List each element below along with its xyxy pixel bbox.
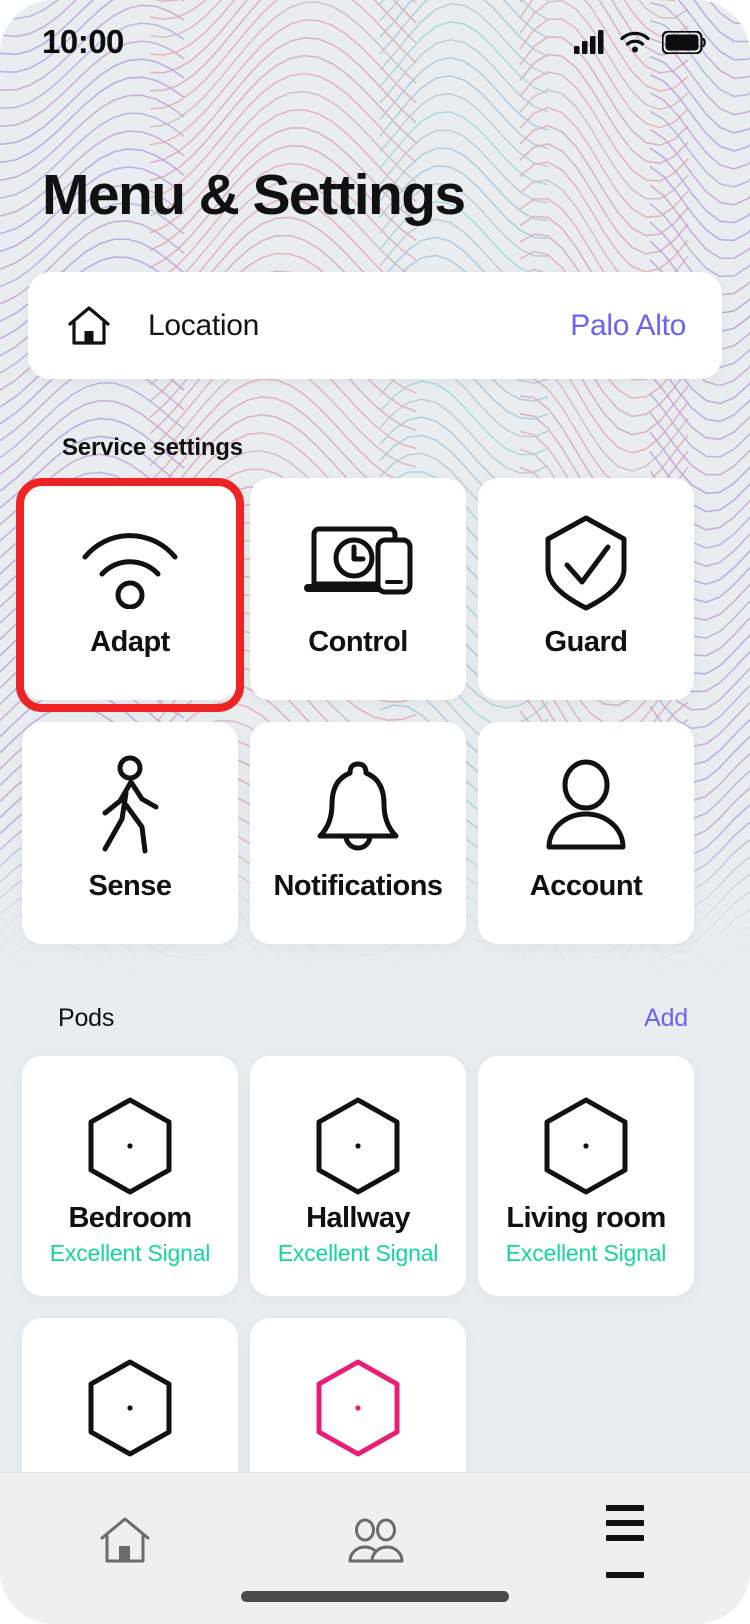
hexagon-pod-icon <box>308 1352 408 1464</box>
tile-label: Sense <box>89 870 172 903</box>
tile-account[interactable]: Account <box>478 722 694 944</box>
nav-item-menu[interactable] <box>500 1505 750 1577</box>
devices-clock-icon <box>300 504 416 622</box>
tile-notifications[interactable]: Notifications <box>250 722 466 944</box>
pod-card[interactable]: Living room Excellent Signal <box>478 1056 694 1296</box>
tile-label: Guard <box>545 626 628 659</box>
location-label: Location <box>148 309 259 343</box>
people-icon <box>344 1517 406 1565</box>
pod-name: Living room <box>506 1202 665 1235</box>
user-icon <box>540 748 632 866</box>
pods-grid: Bedroom Excellent Signal Hallway Excelle… <box>22 1056 728 1472</box>
battery-icon <box>662 31 706 54</box>
pods-header: Pods <box>58 1004 114 1033</box>
home-icon <box>97 1514 153 1568</box>
scroll-content[interactable]: Menu & Settings Location Palo Alto Servi… <box>0 0 750 1472</box>
tile-label: Notifications <box>273 870 442 903</box>
pod-status: Excellent Signal <box>50 1240 210 1267</box>
pod-status: Excellent Signal <box>506 1240 666 1267</box>
tile-label: Control <box>308 626 408 659</box>
service-settings-grid: Adapt Control <box>22 478 728 944</box>
wifi-icon <box>619 30 651 54</box>
pod-name: Hallway <box>306 1202 410 1235</box>
pod-slot-empty <box>478 1318 694 1472</box>
pod-card[interactable] <box>250 1318 466 1472</box>
hexagon-pod-icon <box>80 1352 180 1464</box>
tile-sense[interactable]: Sense <box>22 722 238 944</box>
nav-item-people[interactable] <box>250 1505 500 1577</box>
pod-name: Bedroom <box>68 1202 191 1235</box>
shield-check-icon <box>540 504 632 622</box>
pod-card[interactable]: Bedroom Excellent Signal <box>22 1056 238 1296</box>
cellular-signal-icon <box>574 30 608 54</box>
tile-label: Account <box>530 870 643 903</box>
status-time: 10:00 <box>42 23 124 61</box>
phone-screen: 10:00 Menu & Settings <box>0 0 750 1624</box>
hamburger-bar <box>606 1535 644 1541</box>
hexagon-pod-icon <box>308 1090 408 1202</box>
tile-adapt[interactable]: Adapt <box>22 478 238 700</box>
tile-control[interactable]: Control <box>250 478 466 700</box>
hexagon-pod-icon <box>536 1090 636 1202</box>
bell-icon <box>310 748 406 866</box>
tile-label: Adapt <box>90 626 170 659</box>
hamburger-bar <box>606 1520 644 1526</box>
home-indicator <box>241 1591 509 1602</box>
pod-status: Excellent Signal <box>278 1240 438 1267</box>
hamburger-bar <box>606 1505 644 1511</box>
hexagon-pod-icon <box>80 1090 180 1202</box>
status-icons <box>574 30 706 54</box>
status-bar: 10:00 <box>0 0 750 84</box>
location-card[interactable]: Location Palo Alto <box>28 272 722 379</box>
hamburger-active-indicator <box>606 1572 644 1578</box>
tile-guard[interactable]: Guard <box>478 478 694 700</box>
home-icon <box>66 304 112 348</box>
hamburger-icon <box>606 1505 644 1578</box>
page-title: Menu & Settings <box>42 162 465 228</box>
nav-item-home[interactable] <box>0 1505 250 1577</box>
pod-card[interactable]: Hallway Excellent Signal <box>250 1056 466 1296</box>
pod-card[interactable] <box>22 1318 238 1472</box>
pods-add-button[interactable]: Add <box>644 1004 688 1033</box>
wifi-signal-icon <box>77 504 183 622</box>
walking-person-icon <box>90 748 170 866</box>
location-value[interactable]: Palo Alto <box>570 309 686 343</box>
service-settings-header: Service settings <box>62 434 243 462</box>
